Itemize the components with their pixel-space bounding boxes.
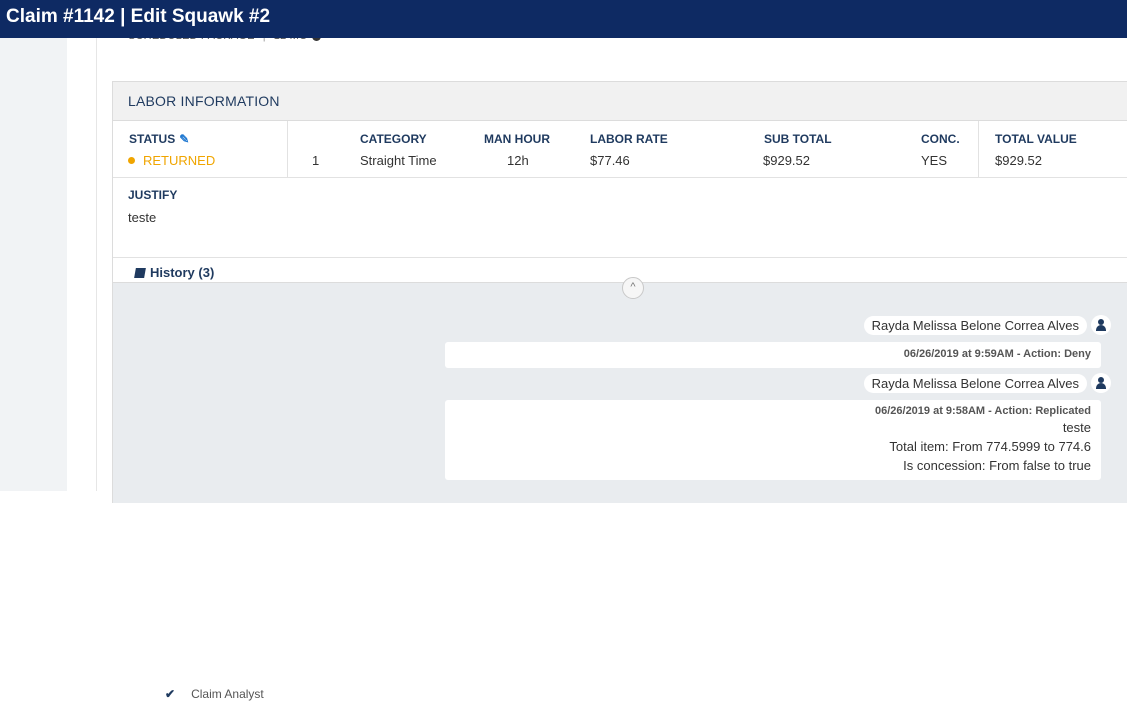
- sub-total-value: $929.52: [763, 153, 810, 168]
- window-title: Claim #1142 | Edit Squawk #2: [0, 0, 1127, 38]
- history-meta: 06/26/2019 at 9:59AM - Action: Deny: [903, 348, 1091, 360]
- category-value: Straight Time: [360, 153, 437, 168]
- conc-header: CONC.: [921, 132, 960, 146]
- author-name: Claim Analyst: [183, 687, 272, 703]
- user-icon: [1091, 373, 1111, 393]
- user-icon: [1091, 315, 1111, 335]
- man-hour-value: 12h: [507, 153, 529, 168]
- history-line: Total item: From 774.5999 to 774.6: [889, 439, 1091, 454]
- conc-value: YES: [921, 153, 948, 168]
- history-author-row-partial: ✔ Claim Analyst: [165, 687, 272, 707]
- history-message: 06/26/2019 at 9:58AM - Action: Replicate…: [445, 400, 1101, 480]
- divider: [978, 121, 979, 177]
- history-line: Is concession: From false to true: [903, 458, 1091, 473]
- author-name: Rayda Melissa Belone Correa Alves: [863, 373, 1087, 393]
- category-header: CATEGORY: [360, 132, 427, 146]
- labor-information-panel: LABOR INFORMATION STATUS ✎ RETURNED 1 CAT…: [112, 81, 1127, 703]
- content-frame: [67, 38, 97, 491]
- history-message: 06/26/2019 at 9:59AM - Action: Deny: [445, 342, 1101, 368]
- justify-section: JUSTIFY teste: [128, 188, 177, 225]
- man-hour-header: MAN HOUR: [484, 132, 550, 146]
- collapse-chevron-up-icon[interactable]: ^: [622, 277, 644, 299]
- status-dot-icon: [128, 157, 135, 165]
- status-header: STATUS ✎: [129, 132, 190, 146]
- labor-rate-value: $77.46: [590, 153, 630, 168]
- row-number: 1: [312, 153, 320, 168]
- book-icon: [134, 268, 146, 278]
- check-icon: ✔: [165, 687, 176, 701]
- history-meta: 06/26/2019 at 9:58AM - Action: Replicate…: [874, 405, 1091, 417]
- history-author-row: Rayda Melissa Belone Correa Alves: [863, 315, 1111, 335]
- status-value: RETURNED: [128, 153, 215, 168]
- left-gutter: [0, 38, 67, 491]
- labor-rate-header: LABOR RATE: [590, 132, 668, 146]
- author-name: Rayda Melissa Belone Correa Alves: [863, 315, 1087, 335]
- total-value-value: $929.52: [995, 153, 1042, 168]
- divider: [113, 257, 1127, 258]
- sub-total-header: SUB TOTAL: [764, 132, 832, 146]
- divider: [287, 121, 288, 177]
- history-area: ^ Rayda Melissa Belone Correa Alves 06/2…: [113, 277, 1127, 703]
- panel-title: LABOR INFORMATION: [113, 82, 1127, 121]
- edit-pencil-icon[interactable]: ✎: [179, 132, 189, 146]
- total-value-header: TOTAL VALUE: [995, 132, 1077, 146]
- justify-header: JUSTIFY: [128, 188, 178, 202]
- history-line: teste: [1062, 420, 1091, 435]
- justify-text: teste: [128, 210, 157, 225]
- labor-row: STATUS ✎ RETURNED 1 CATEGORY Straight Tim…: [113, 121, 1127, 178]
- history-author-row: Rayda Melissa Belone Correa Alves: [863, 373, 1111, 393]
- history-tab[interactable]: History (3): [134, 265, 214, 280]
